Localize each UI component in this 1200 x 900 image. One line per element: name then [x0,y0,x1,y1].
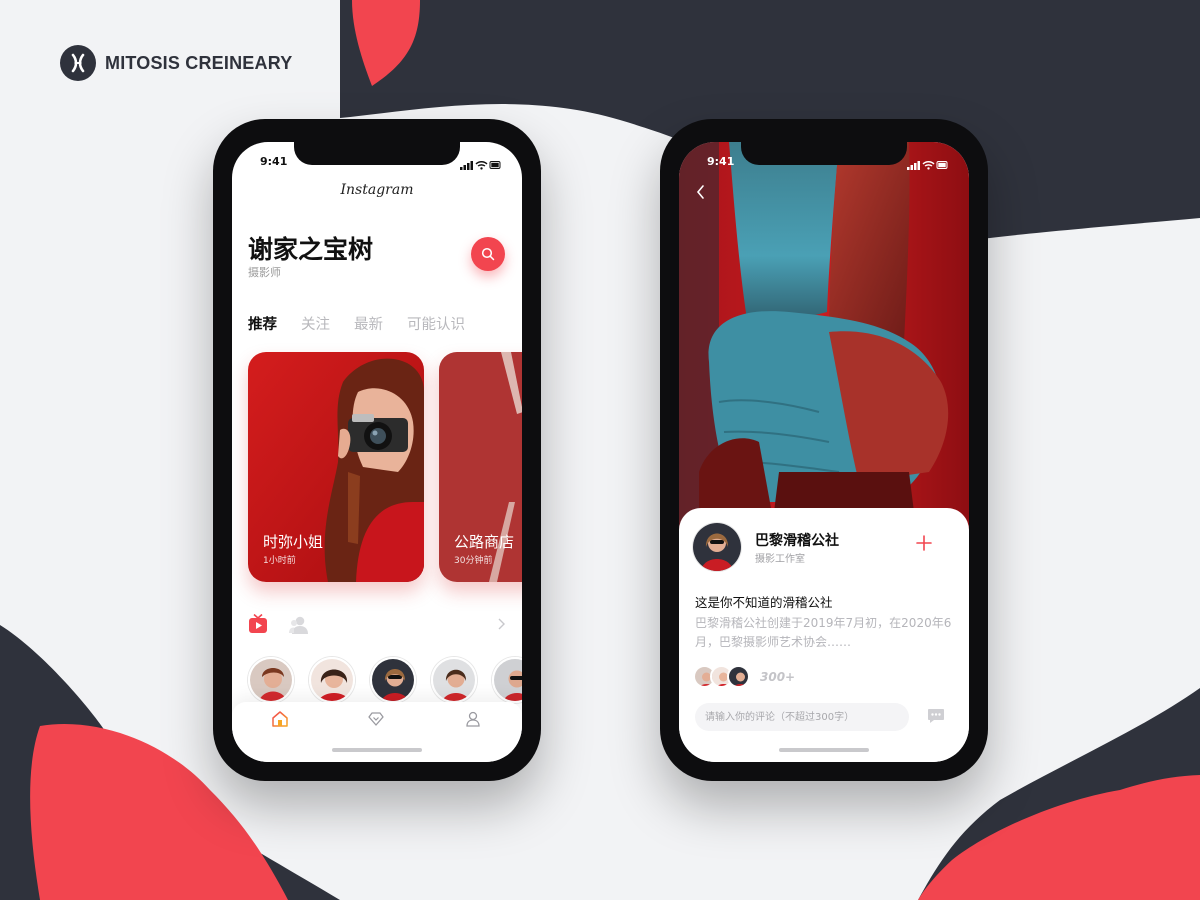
avatar[interactable] [370,657,416,703]
diamond-icon[interactable] [367,710,385,728]
notch [741,142,907,165]
photo-card[interactable]: 公路商店 30分钟前 [439,352,522,582]
bottom-tab-bar [232,702,522,762]
phone-right: 9:41 巴黎滑稽公社 摄影工作室 这是你不知道的滑稽公社 巴黎滑稽公社创建于2… [660,119,988,781]
profile-icon[interactable] [464,710,482,728]
card-time: 30分钟前 [454,556,493,566]
tab-following[interactable]: 关注 [301,313,330,334]
avatar [727,665,750,688]
status-time: 9:41 [707,155,735,168]
brand-logo-icon [60,45,96,81]
avatar[interactable] [309,657,355,703]
app-logo: Instagram [340,182,414,198]
status-icons [460,155,502,174]
avatar-row [248,657,522,703]
studio-name: 巴黎滑稽公社 [755,533,839,549]
avatar[interactable] [492,657,522,703]
search-button[interactable] [471,237,505,271]
brand-name: MITOSIS CREINEARY [105,52,293,73]
card-time: 1小时前 [263,556,296,566]
tab-latest[interactable]: 最新 [354,313,383,334]
avatar[interactable] [248,657,294,703]
post-info-card: 巴黎滑稽公社 摄影工作室 这是你不知道的滑稽公社 巴黎滑稽公社创建于2019年7… [679,508,969,762]
tab-recommended[interactable]: 推荐 [248,313,277,334]
card-title: 时弥小姐 [263,533,324,551]
likers[interactable]: 300+ [693,665,795,688]
studio-type: 摄影工作室 [755,554,805,565]
phone-left: 9:41 Instagram 谢家之宝树 摄影师 推荐 关注 最新 可能认识 时… [213,119,541,781]
post-body: 巴黎滑稽公社创建于2019年7月初，在2020年6月，巴黎摄影师艺术协会…… [695,616,952,649]
avatar[interactable] [431,657,477,703]
profile-role: 摄影师 [248,266,281,279]
message-icon[interactable] [927,708,945,724]
status-time: 9:41 [260,155,288,168]
home-indicator [332,748,422,752]
home-indicator [779,748,869,752]
post-title: 这是你不知道的滑稽公社 [695,595,833,610]
comment-input[interactable] [695,703,909,731]
likers-count: 300+ [760,669,796,684]
chevron-right-icon[interactable] [496,617,506,631]
people-icon[interactable] [288,615,310,635]
left-screen: 9:41 Instagram 谢家之宝树 摄影师 推荐 关注 最新 可能认识 时… [232,142,522,762]
status-icons [907,155,949,174]
notch [294,142,460,165]
right-screen: 9:41 巴黎滑稽公社 摄影工作室 这是你不知道的滑稽公社 巴黎滑稽公社创建于2… [679,142,969,762]
hero-photo-hands [679,142,969,552]
brand: MITOSIS CREINEARY [60,45,292,81]
profile-name: 谢家之宝树 [248,235,374,264]
card-title: 公路商店 [454,533,515,551]
tab-bar: 推荐 关注 最新 可能认识 [248,313,489,334]
photo-card[interactable]: 时弥小姐 1小时前 [248,352,424,582]
search-icon [481,247,495,261]
back-chevron-icon[interactable] [695,184,707,200]
tab-may-know[interactable]: 可能认识 [407,313,465,334]
background-shapes [0,0,1200,900]
studio-avatar[interactable] [693,523,741,571]
section-header [248,614,506,636]
video-icon[interactable] [248,614,268,634]
plus-icon[interactable] [915,534,933,552]
home-icon[interactable] [271,710,289,728]
